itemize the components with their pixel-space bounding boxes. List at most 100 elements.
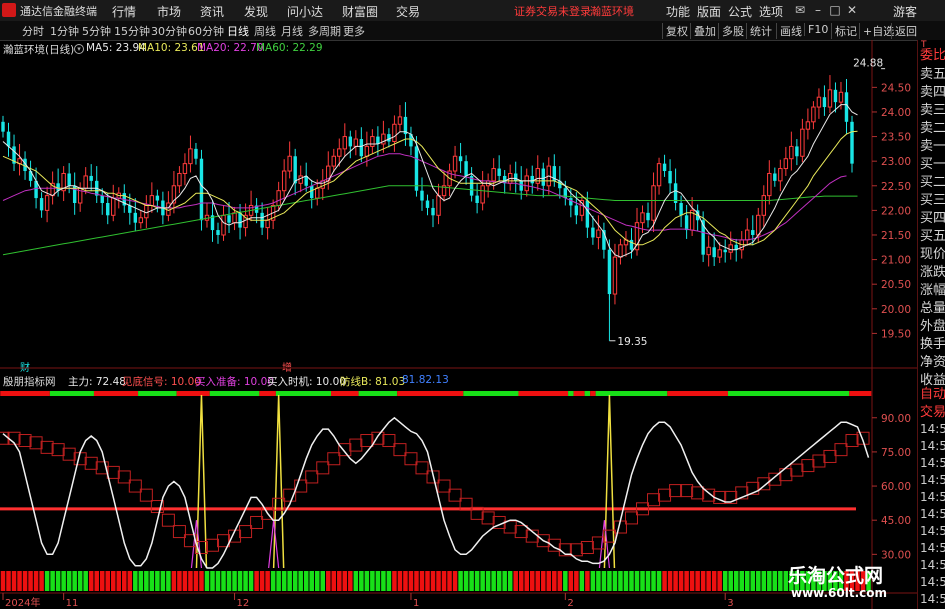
sidebar-trade[interactable]: 交易 bbox=[920, 404, 945, 422]
candle-body bbox=[177, 172, 182, 187]
defense-square bbox=[647, 493, 661, 507]
sidebar-auto[interactable]: 自动 bbox=[920, 386, 945, 404]
signal-bar bbox=[342, 571, 348, 591]
signal-bar bbox=[171, 571, 177, 591]
period-fenshi[interactable]: 分时 bbox=[22, 23, 44, 39]
sidebar-time: 14:56 bbox=[920, 507, 945, 521]
candle-body bbox=[67, 173, 71, 186]
date-label: 2 bbox=[567, 598, 573, 609]
signal-bar bbox=[44, 571, 50, 591]
signal-bar bbox=[618, 571, 623, 591]
defense-square bbox=[40, 440, 54, 454]
candle-body bbox=[298, 175, 303, 184]
period-toolbar: 分时 1分钟 5分钟 15分钟 30分钟 60分钟 日线 周线 月线 多周期 更… bbox=[0, 21, 945, 41]
candle-body bbox=[541, 168, 545, 186]
price-annotations: 24.88 19.35 bbox=[608, 58, 886, 348]
signal-bar bbox=[607, 571, 612, 591]
signal-bar bbox=[513, 571, 518, 591]
period-weekly[interactable]: 周线 bbox=[254, 23, 276, 39]
signal-bar bbox=[601, 571, 607, 591]
candle-body bbox=[679, 203, 683, 216]
price-tick-label: 20.50 bbox=[881, 279, 911, 291]
signal-bar bbox=[254, 571, 259, 591]
price-tick-label: 22.00 bbox=[881, 205, 911, 217]
menu-jiaoyi[interactable]: 交易 bbox=[396, 3, 420, 20]
btn-diejia[interactable]: 叠加 bbox=[690, 23, 716, 39]
signal-bar bbox=[105, 571, 111, 591]
menu-xuanxiang[interactable]: 选项 bbox=[759, 3, 783, 20]
signal-bar bbox=[502, 571, 507, 591]
signal-bar bbox=[88, 571, 94, 591]
candle-body bbox=[353, 138, 359, 147]
period-more[interactable]: 更多 bbox=[343, 23, 365, 39]
btn-huaxian[interactable]: 画线 bbox=[776, 23, 802, 39]
btn-biaoji[interactable]: 标记 bbox=[831, 23, 857, 39]
price-tick-label: 23.00 bbox=[881, 156, 911, 168]
signal-bar bbox=[166, 571, 171, 591]
menu-gongneng[interactable]: 功能 bbox=[666, 3, 690, 20]
candle-body bbox=[364, 145, 370, 157]
price-axis: 19.50 20.00 20.50 21.00 21.50 22.00 22.50 23.00… bbox=[872, 82, 911, 340]
period-monthly[interactable]: 月线 bbox=[281, 23, 303, 39]
signal-bar bbox=[6, 571, 11, 591]
signal-bar bbox=[248, 571, 254, 591]
menu-gongshi[interactable]: 公式 bbox=[728, 3, 752, 20]
sidebar-weibi: 委比 bbox=[920, 48, 945, 63]
period-multi[interactable]: 多周期 bbox=[308, 23, 341, 39]
signal-bar bbox=[309, 571, 314, 591]
menu-zixun[interactable]: 资讯 bbox=[200, 3, 224, 20]
period-60min[interactable]: 60分钟 bbox=[188, 23, 224, 39]
sidebar-time: 14:56 bbox=[920, 592, 945, 606]
candle-body bbox=[618, 244, 623, 258]
candle-body bbox=[227, 215, 231, 223]
signal-bar bbox=[585, 571, 590, 591]
btn-f10[interactable]: F10 bbox=[804, 23, 828, 36]
btn-add-favorite[interactable]: +自选 bbox=[859, 23, 894, 39]
menu-faxian[interactable]: 发现 bbox=[244, 3, 268, 20]
btn-duogu[interactable]: 多股 bbox=[718, 23, 744, 39]
signal-bar bbox=[243, 571, 248, 591]
candle-body bbox=[805, 121, 811, 130]
candle-body bbox=[133, 212, 138, 223]
defense-square bbox=[569, 543, 583, 557]
signal-bar-segment bbox=[568, 391, 574, 396]
menu-shichang[interactable]: 市场 bbox=[157, 3, 181, 20]
candle-body bbox=[712, 247, 716, 258]
signal-bar bbox=[210, 571, 215, 591]
menu-hangqing[interactable]: 行情 bbox=[112, 3, 136, 20]
chart-canvas[interactable]: 19.50 20.00 20.50 21.00 21.50 22.00 22.50 23.00… bbox=[0, 40, 917, 609]
candle-body bbox=[44, 195, 50, 211]
signal-bar bbox=[491, 571, 496, 591]
btn-back[interactable]: 返回 bbox=[891, 23, 917, 39]
price-tick-label: 24.50 bbox=[881, 82, 911, 94]
minimize-icon[interactable]: – bbox=[810, 2, 826, 18]
period-5min[interactable]: 5分钟 bbox=[82, 23, 111, 39]
btn-fuquan[interactable]: 复权 bbox=[662, 23, 688, 39]
login-warning[interactable]: 证券交易未登录 bbox=[514, 3, 591, 19]
signal-bar-segment bbox=[138, 391, 177, 396]
zhuli-line bbox=[2, 416, 870, 569]
sidebar-time: 14:56 bbox=[920, 558, 945, 572]
signal-bar bbox=[99, 571, 105, 591]
period-daily[interactable]: 日线 bbox=[227, 23, 249, 39]
signal-bar bbox=[756, 571, 761, 591]
defense-square bbox=[801, 459, 815, 473]
user-guest[interactable]: 游客 bbox=[893, 3, 917, 20]
btn-tongji[interactable]: 统计 bbox=[746, 23, 772, 39]
period-30min[interactable]: 30分钟 bbox=[151, 23, 187, 39]
sidebar-buy3: 买三 bbox=[920, 193, 945, 208]
candle-body bbox=[480, 185, 485, 204]
menu-wenxiaoda[interactable]: 问小达 bbox=[287, 3, 323, 20]
period-1min[interactable]: 1分钟 bbox=[50, 23, 79, 39]
signal-bar bbox=[772, 571, 778, 591]
maximize-icon[interactable]: □ bbox=[827, 2, 843, 18]
message-icon[interactable]: ✉ bbox=[792, 2, 808, 18]
defense-square bbox=[503, 520, 517, 534]
menu-banmian[interactable]: 版面 bbox=[697, 3, 721, 20]
sidebar-buy5: 买五 bbox=[920, 229, 945, 244]
sidebar-time: 14:56 bbox=[920, 575, 945, 589]
candle-body bbox=[767, 172, 772, 197]
menu-caifuquan[interactable]: 财富圈 bbox=[342, 3, 378, 20]
period-15min[interactable]: 15分钟 bbox=[114, 23, 150, 39]
close-icon[interactable]: ✕ bbox=[844, 2, 860, 18]
